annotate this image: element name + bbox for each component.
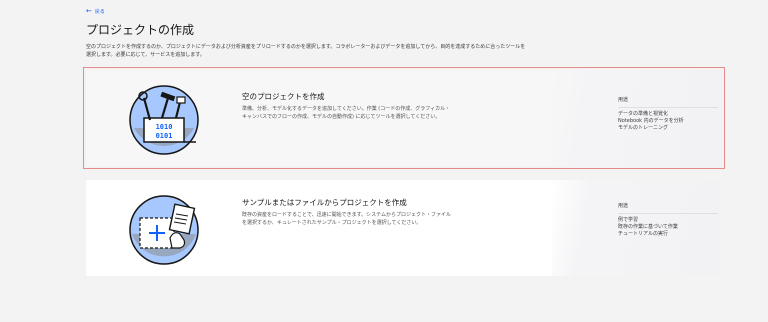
illustration-binary-line-1: 1010 (156, 123, 173, 131)
list-item: データの準備と視覚化 (618, 111, 669, 117)
back-label: 戻る (94, 9, 105, 15)
uses-section: 用途 例で学習 既存の作業に基づいて作業 チュートリアルの実行 (618, 202, 718, 238)
uses-label: 用途 (618, 202, 718, 214)
illustration-binary-line-2: 0101 (156, 132, 173, 140)
list-item: 既存の作業に基づいて作業 (618, 224, 678, 230)
uses-section: 用途 データの準備と視覚化 Notebook 内のデータを分析 モデルのトレーニ… (618, 96, 718, 132)
uses-list: 例で学習 既存の作業に基づいて作業 チュートリアルの実行 (618, 214, 718, 238)
uses-list: データの準備と視覚化 Notebook 内のデータを分析 モデルのトレーニング (618, 108, 718, 132)
back-link[interactable]: ← 戻る (86, 7, 105, 16)
toolbox-illustration-icon: 1010 0101 (129, 85, 199, 155)
page-title: プロジェクトの作成 (86, 23, 195, 37)
card-title: サンプルまたはファイルからプロジェクトを作成 (242, 198, 407, 207)
list-item: 例で学習 (618, 217, 639, 223)
create-empty-project-card[interactable]: 1010 0101 空のプロジェクトを作成 準備、分析、モデル化するデータを追加… (83, 67, 725, 169)
create-from-sample-card[interactable]: サンプルまたはファイルからプロジェクトを作成 既存の資産をロードすることで、迅速… (86, 180, 722, 276)
card-description: 準備、分析、モデル化するデータを追加してください。作業 (コードの作成、グラフィ… (242, 106, 451, 120)
list-item: モデルのトレーニング (618, 125, 669, 131)
uses-label: 用途 (618, 96, 718, 108)
page-description: 空のプロジェクトを作成するのか、プロジェクトにデータおよび分析資産をプリロードす… (86, 44, 526, 58)
arrow-left-icon: ← (86, 7, 92, 15)
add-file-illustration-icon (129, 195, 199, 265)
list-item: Notebook 内のデータを分析 (618, 118, 684, 124)
card-description: 既存の資産をロードすることで、迅速に開始できます。システムからプロジェクト・ファ… (242, 212, 452, 226)
card-title: 空のプロジェクトを作成 (242, 92, 325, 101)
list-item: チュートリアルの実行 (618, 231, 668, 237)
